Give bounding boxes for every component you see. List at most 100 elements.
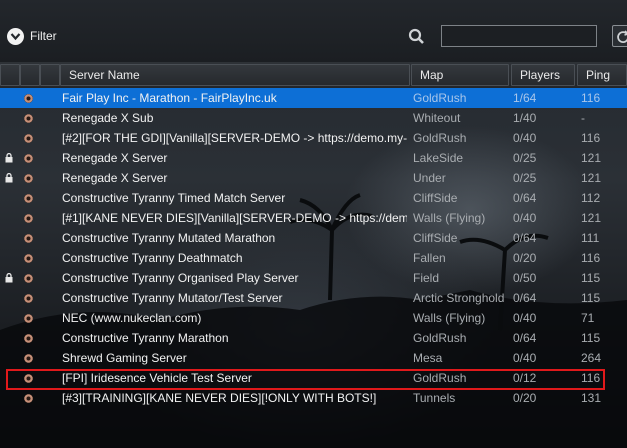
lock-icon [5,173,13,183]
server-row[interactable]: Renegade X Sub Whiteout 1/40 - [0,108,627,128]
server-row[interactable]: Constructive Tyranny Mutator/Test Server… [0,288,627,308]
server-name: Constructive Tyranny Mutated Marathon [62,231,276,245]
filter-toggle-button[interactable]: Filter [7,26,57,46]
server-map: Arctic Stronghold [413,291,505,305]
server-row[interactable]: Shrewd Gaming Server Mesa 0/40 264 [0,348,627,368]
server-map: GoldRush [413,131,467,145]
server-row[interactable]: Renegade X Server Under 0/25 121 [0,168,627,188]
server-ping: 116 [581,91,601,105]
refresh-icon [617,30,627,43]
server-status-icon [24,94,33,103]
server-name: Renegade X Server [62,151,168,165]
server-row[interactable]: Fair Play Inc - Marathon - FairPlayInc.u… [0,88,627,108]
server-players: 0/40 [513,311,537,325]
server-status-icon [24,234,33,243]
server-ping: 116 [581,131,601,145]
server-ping: 131 [581,391,602,405]
column-status[interactable] [20,64,40,86]
column-server-name[interactable]: Server Name [60,64,410,86]
refresh-button[interactable] [612,25,627,47]
server-map: GoldRush [413,91,467,105]
server-row[interactable]: [#1][KANE NEVER DIES][Vanilla][SERVER-DE… [0,208,627,228]
server-status-icon [24,114,33,123]
search-icon [408,28,424,44]
column-lock[interactable] [0,64,20,86]
server-name: Fair Play Inc - Marathon - FairPlayInc.u… [62,91,277,105]
search-input[interactable] [441,25,597,47]
server-ping: 115 [581,331,601,345]
server-ping: 121 [581,151,602,165]
server-status-icon [24,154,33,163]
column-ping[interactable]: Ping [577,64,627,86]
server-status-icon [24,314,33,323]
server-map: Field [413,271,440,285]
server-ping: 116 [581,251,601,265]
server-name: [#2][FOR THE GDI][Vanilla][SERVER-DEMO -… [62,131,407,145]
server-ping: - [581,111,585,125]
server-players: 0/64 [513,191,537,205]
server-status-icon [24,174,33,183]
chevron-down-icon [7,27,24,45]
server-ping: 121 [581,171,602,185]
server-name: NEC (www.nukeclan.com) [62,311,202,325]
server-name: Constructive Tyranny Organised Play Serv… [62,271,299,285]
highlight-box [6,369,605,390]
server-row[interactable]: Renegade X Server LakeSide 0/25 121 [0,148,627,168]
filter-label: Filter [30,29,57,43]
server-map: Tunnels [413,391,456,405]
server-status-icon [24,134,33,143]
server-map: Walls (Flying) [413,311,486,325]
server-status-icon [24,214,33,223]
server-players: 1/40 [513,111,537,125]
server-players: 0/25 [513,171,537,185]
server-name: Constructive Tyranny Timed Match Server [62,191,286,205]
server-name: Constructive Tyranny Marathon [62,331,229,345]
server-row[interactable]: Constructive Tyranny Mutated Marathon Cli… [0,228,627,248]
server-row[interactable]: NEC (www.nukeclan.com) Walls (Flying) 0/40… [0,308,627,328]
server-players: 0/40 [513,211,537,225]
server-players: 0/40 [513,351,537,365]
server-status-icon [24,274,33,283]
server-players: 0/64 [513,291,537,305]
server-status-icon [24,354,33,363]
server-ping: 111 [581,231,600,245]
server-map: Fallen [413,251,446,265]
server-status-icon [24,254,33,263]
server-ping: 71 [581,311,595,325]
server-map: LakeSide [413,151,464,165]
server-name: Constructive Tyranny Mutator/Test Server [62,291,283,305]
server-players: 0/20 [513,251,537,265]
server-map: CliffSide [413,191,458,205]
server-row[interactable]: [#3][TRAINING][KANE NEVER DIES][!ONLY WI… [0,388,627,408]
server-ping: 264 [581,351,602,365]
server-status-icon [24,334,33,343]
server-map: Walls (Flying) [413,211,486,225]
server-row[interactable]: Constructive Tyranny Deathmatch Fallen 0/2… [0,248,627,268]
server-players: 0/64 [513,331,537,345]
column-extra[interactable] [40,64,60,86]
column-map[interactable]: Map [411,64,509,86]
server-row[interactable]: Constructive Tyranny Organised Play Serv… [0,268,627,288]
server-ping: 121 [581,211,602,225]
server-name: [#3][TRAINING][KANE NEVER DIES][!ONLY WI… [62,391,377,405]
server-row[interactable]: [#2][FOR THE GDI][Vanilla][SERVER-DEMO -… [0,128,627,148]
server-map: CliffSide [413,231,458,245]
server-row[interactable]: Constructive Tyranny Timed Match Server C… [0,188,627,208]
server-ping: 112 [581,191,601,205]
server-players: 0/20 [513,391,537,405]
server-name: Renegade X Server [62,171,168,185]
server-map: Whiteout [413,111,461,125]
server-players: 0/50 [513,271,537,285]
server-map: Mesa [413,351,443,365]
server-status-icon [24,194,33,203]
server-name: Renegade X Sub [62,111,154,125]
filter-bar: Filter [0,0,627,63]
server-ping: 115 [581,291,601,305]
server-status-icon [24,294,33,303]
column-header-row: Server Name Map Players Ping [0,62,627,89]
column-players[interactable]: Players [511,64,575,86]
server-row[interactable]: Constructive Tyranny Marathon GoldRush 0/6… [0,328,627,348]
server-map: Under [413,171,446,185]
server-players: 0/64 [513,231,537,245]
server-name: Shrewd Gaming Server [62,351,187,365]
